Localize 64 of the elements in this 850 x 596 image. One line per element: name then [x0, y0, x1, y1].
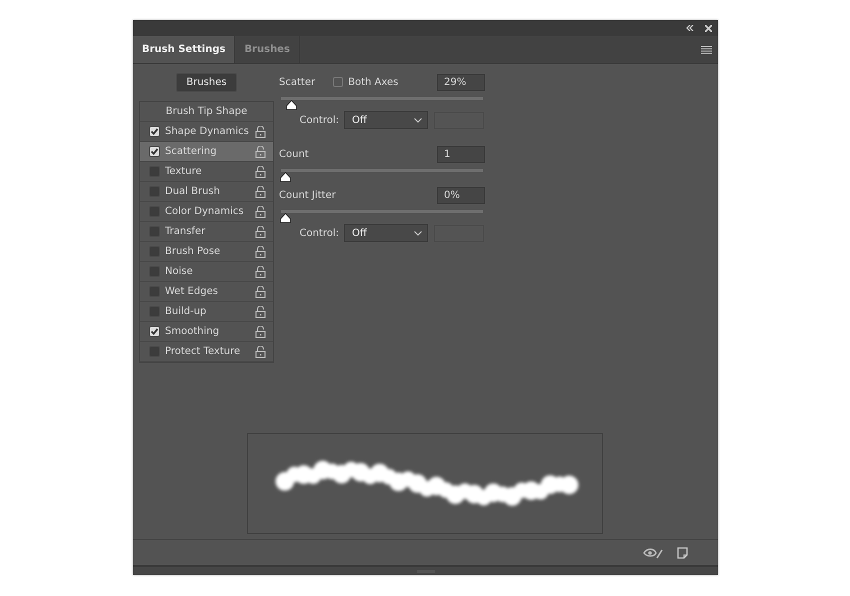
option-label: Wet Edges [165, 286, 219, 297]
option-row[interactable]: Build-up [140, 302, 273, 322]
value-field[interactable]: 1 [437, 146, 485, 162]
checkbox[interactable] [149, 146, 160, 157]
setting-label: Count [279, 148, 309, 160]
option-label: Smoothing [165, 326, 220, 337]
chevron-down-icon [414, 230, 422, 236]
option-label: Dual Brush [165, 186, 221, 197]
value-field[interactable]: 29% [437, 74, 485, 90]
option-label: Transfer [165, 226, 206, 237]
slider-track[interactable] [281, 210, 483, 224]
option-label: Brush Pose [165, 246, 222, 257]
padlock-icon[interactable] [255, 306, 266, 318]
slider-thumb[interactable] [280, 213, 291, 223]
option-row[interactable]: Smoothing [140, 322, 273, 342]
padlock-icon[interactable] [255, 266, 266, 278]
control-dropdown[interactable]: Off [344, 111, 428, 129]
chevron-down-icon [414, 118, 422, 122]
option-row[interactable]: Transfer [140, 222, 273, 242]
option-label: Color Dynamics [165, 206, 245, 217]
checkbox[interactable] [149, 326, 160, 337]
brushes-button[interactable]: Brushes [176, 73, 237, 92]
control-dropdown[interactable]: Off [344, 224, 428, 242]
checkbox-label: Both Axes [348, 76, 398, 88]
padlock-icon[interactable] [255, 246, 266, 258]
option-label: Scattering [165, 146, 218, 157]
padlock-icon[interactable] [255, 206, 266, 218]
setting-label: Count Jitter [279, 190, 336, 200]
option-row[interactable]: Brush Pose [140, 242, 273, 262]
new-page-icon[interactable] [677, 546, 688, 558]
eye-brush-icon[interactable] [643, 546, 663, 558]
close-icon[interactable] [705, 24, 712, 32]
checkbox[interactable] [149, 126, 160, 137]
option-label: Texture [165, 166, 203, 177]
option-row[interactable]: Scattering [140, 142, 273, 162]
slider-thumb[interactable] [286, 100, 298, 110]
brush-tip-shape-item[interactable]: Brush Tip Shape [140, 102, 273, 122]
option-row[interactable]: Color Dynamics [140, 202, 273, 222]
padlock-icon[interactable] [255, 146, 266, 158]
option-label: Noise [165, 266, 194, 277]
padlock-icon[interactable] [255, 286, 266, 298]
setting-label: Scatter [279, 76, 316, 88]
checkbox[interactable] [333, 77, 344, 87]
control-label: Control: [298, 228, 339, 238]
slider-thumb[interactable] [280, 172, 291, 182]
option-row[interactable]: Wet Edges [140, 282, 273, 302]
padlock-icon[interactable] [255, 326, 266, 338]
option-row[interactable]: Protect Texture [140, 342, 273, 362]
padlock-icon[interactable] [255, 226, 266, 238]
option-row[interactable]: Noise [140, 262, 273, 282]
padlock-icon[interactable] [255, 166, 266, 178]
option-label: Shape Dynamics [165, 126, 250, 137]
menu-icon[interactable] [701, 46, 712, 54]
padlock-icon[interactable] [255, 186, 266, 198]
panel-tab[interactable]: Brush Settings [133, 36, 236, 63]
value-field[interactable]: 0% [437, 186, 485, 204]
option-label: Build-up [165, 306, 208, 317]
control-label: Control: [298, 114, 339, 126]
collapse-icon[interactable] [686, 25, 694, 31]
padlock-icon[interactable] [255, 126, 266, 138]
padlock-icon[interactable] [255, 346, 266, 358]
option-row[interactable]: Texture [140, 162, 273, 182]
option-row[interactable]: Dual Brush [140, 182, 273, 202]
option-label: Protect Texture [165, 346, 242, 357]
